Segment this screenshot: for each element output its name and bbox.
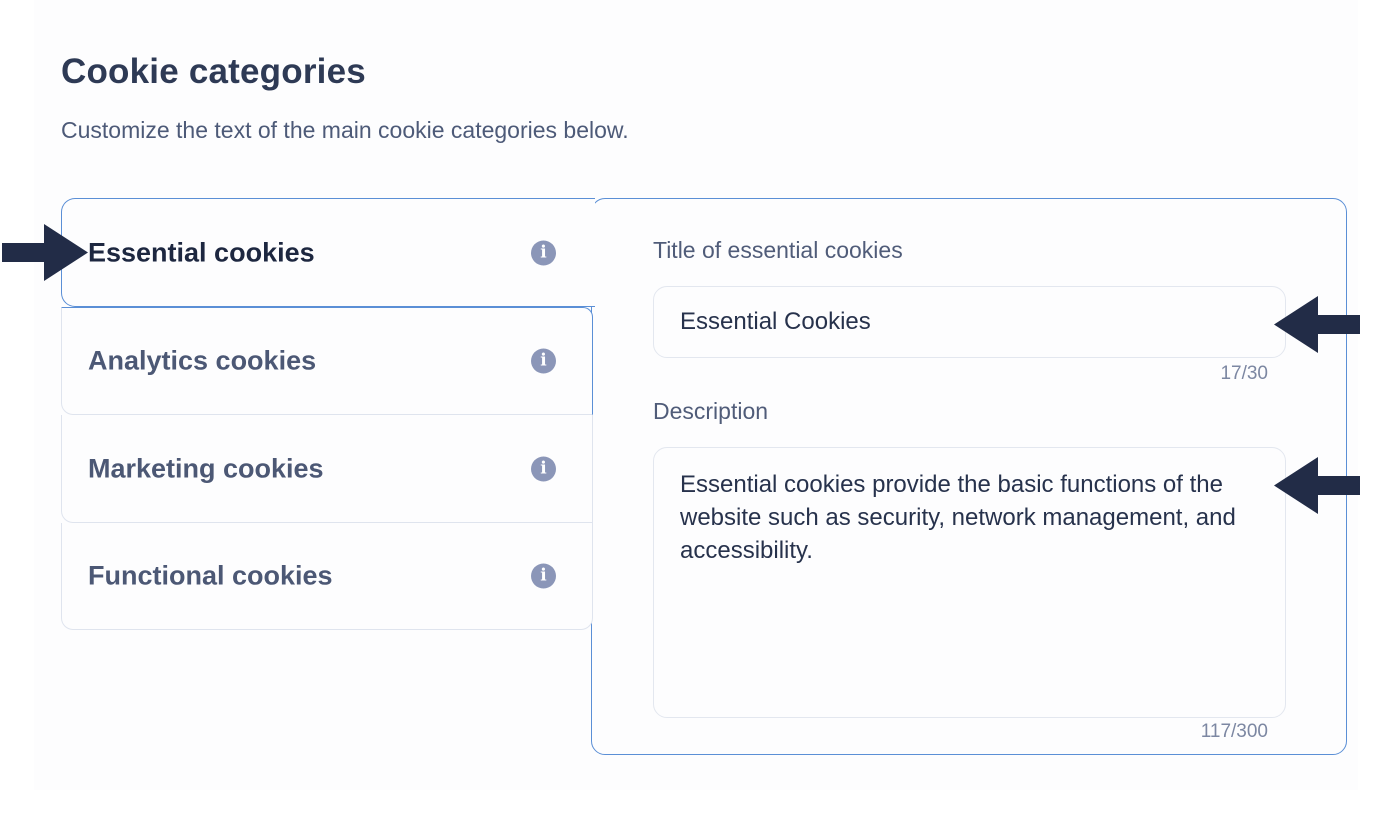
tab-functional-cookies[interactable]: Functional cookies i xyxy=(61,523,593,630)
info-icon[interactable]: i xyxy=(531,456,556,481)
title-char-counter: 17/30 xyxy=(1220,363,1268,384)
tab-label: Analytics cookies xyxy=(88,345,317,376)
description-textarea-value: Essential cookies provide the basic func… xyxy=(680,471,1236,564)
description-textarea[interactable]: Essential cookies provide the basic func… xyxy=(653,447,1286,718)
title-field-label: Title of essential cookies xyxy=(653,237,903,263)
arrow-left-icon xyxy=(1274,296,1360,353)
info-icon[interactable]: i xyxy=(531,240,556,265)
description-char-counter: 117/300 xyxy=(1200,721,1268,742)
tab-analytics-cookies[interactable]: Analytics cookies i xyxy=(61,307,593,415)
tab-label: Marketing cookies xyxy=(88,453,324,483)
tab-label: Functional cookies xyxy=(88,560,333,591)
info-icon[interactable]: i xyxy=(531,348,556,374)
page-title: Cookie categories xyxy=(61,52,366,91)
tab-marketing-cookies[interactable]: Marketing cookies i xyxy=(61,415,593,523)
arrow-right-icon xyxy=(2,224,88,281)
tab-essential-cookies[interactable]: Essential cookies i xyxy=(61,198,595,307)
title-input-value: Essential Cookies xyxy=(680,308,871,335)
title-input[interactable]: Essential Cookies xyxy=(653,286,1286,358)
description-field-label: Description xyxy=(653,398,769,424)
arrow-left-icon xyxy=(1274,457,1360,514)
cookie-categories-screen: Cookie categories Customize the text of … xyxy=(0,0,1392,820)
tab-label: Essential cookies xyxy=(88,237,315,267)
page-subtitle: Customize the text of the main cookie ca… xyxy=(61,117,629,143)
active-tab-joint xyxy=(591,199,595,306)
info-icon[interactable]: i xyxy=(531,563,556,589)
